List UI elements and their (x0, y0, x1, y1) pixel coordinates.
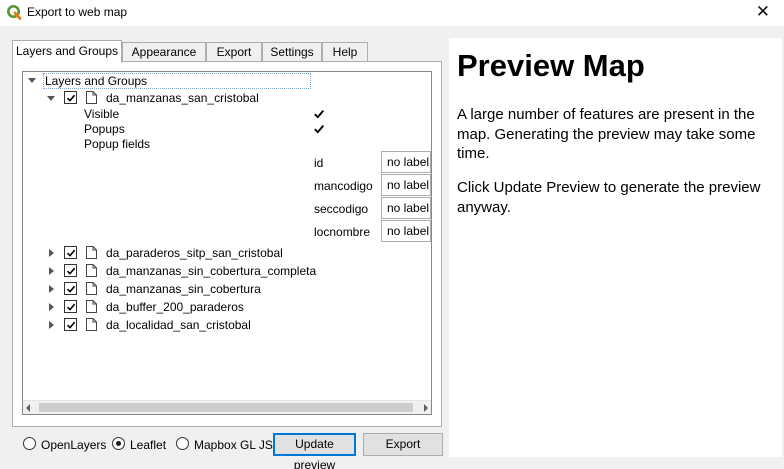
window-title: Export to web map (27, 5, 128, 19)
openlayers-label: OpenLayers (41, 438, 107, 452)
scroll-left-icon[interactable] (26, 404, 30, 412)
leaflet-radio[interactable] (112, 437, 125, 450)
popup-field-select[interactable]: no label (381, 220, 431, 242)
mapbox-label: Mapbox GL JS (194, 438, 273, 452)
layer-file-icon (86, 264, 97, 277)
layer-name: da_manzanas_sin_cobertura (106, 282, 261, 296)
preview-title: Preview Map (457, 48, 645, 83)
openlayers-radio[interactable] (23, 437, 36, 450)
layer-checkbox[interactable] (64, 282, 77, 295)
tab-appearance[interactable]: Appearance (122, 42, 206, 62)
popups-checkbox[interactable] (312, 122, 325, 135)
tree-root-item[interactable]: Layers and Groups (43, 73, 311, 89)
expand-arrow-icon[interactable] (49, 249, 54, 257)
preview-pane: Preview Map A large number of features a… (449, 38, 782, 457)
scrollbar-thumb[interactable] (39, 403, 413, 412)
layer-name: da_manzanas_sin_cobertura_completa (106, 264, 317, 278)
layer-checkbox[interactable] (64, 91, 77, 104)
export-button[interactable]: Export (363, 433, 443, 456)
layer-checkbox[interactable] (64, 300, 77, 313)
popups-label: Popups (84, 122, 125, 136)
mapbox-radio[interactable] (176, 437, 189, 450)
preview-message: Click Update Preview to generate the pre… (457, 179, 761, 216)
preview-message: A large number of features are present i… (457, 106, 756, 162)
popup-field-name: id (314, 156, 324, 170)
layer-name: da_paraderos_sitp_san_cristobal (106, 246, 283, 260)
popup-field-select[interactable]: no label (381, 197, 431, 219)
layer-name: da_manzanas_san_cristobal (106, 91, 259, 105)
layer-file-icon (86, 300, 97, 313)
expand-arrow-icon[interactable] (49, 321, 54, 329)
qgis-logo-icon (7, 5, 22, 20)
layer-checkbox[interactable] (64, 264, 77, 277)
layer-checkbox[interactable] (64, 318, 77, 331)
layer-checkbox[interactable] (64, 246, 77, 259)
expand-arrow-icon[interactable] (49, 285, 54, 293)
tab-help[interactable]: Help (322, 42, 368, 62)
leaflet-label: Leaflet (130, 438, 167, 452)
close-icon[interactable]: ✕ (756, 2, 770, 22)
popup-field-select[interactable]: no label (381, 151, 431, 173)
layer-name: da_localidad_san_cristobal (106, 318, 251, 332)
expand-arrow-icon[interactable] (49, 303, 54, 311)
popup-field-name: seccodigo (314, 202, 369, 216)
scroll-right-icon[interactable] (424, 404, 428, 412)
expand-arrow-icon[interactable] (49, 267, 54, 275)
popup-field-select[interactable]: no label (381, 174, 431, 196)
visible-checkbox[interactable] (312, 107, 325, 120)
update-preview-button[interactable]: Update preview (273, 433, 356, 469)
tab-export[interactable]: Export (206, 42, 262, 62)
layers-tree[interactable]: Layers and Groups da_manzanas_san_cristo… (22, 71, 432, 415)
layer-file-icon (86, 246, 97, 259)
horizontal-scrollbar[interactable] (23, 400, 431, 414)
tab-layers-and-groups[interactable]: Layers and Groups (12, 40, 122, 63)
popup-field-name: locnombre (314, 225, 371, 239)
collapse-arrow-icon[interactable] (47, 96, 55, 101)
layer-file-icon (86, 91, 97, 104)
title-bar: Export to web map ✕ (0, 0, 784, 26)
collapse-arrow-icon[interactable] (28, 78, 36, 83)
popup-fields-label: Popup fields (84, 137, 151, 151)
popup-field-name: mancodigo (314, 179, 373, 193)
layer-name: da_buffer_200_paraderos (106, 300, 244, 314)
tab-settings[interactable]: Settings (262, 42, 322, 62)
layer-file-icon (86, 282, 97, 295)
layer-file-icon (86, 318, 97, 331)
visible-label: Visible (84, 107, 120, 121)
